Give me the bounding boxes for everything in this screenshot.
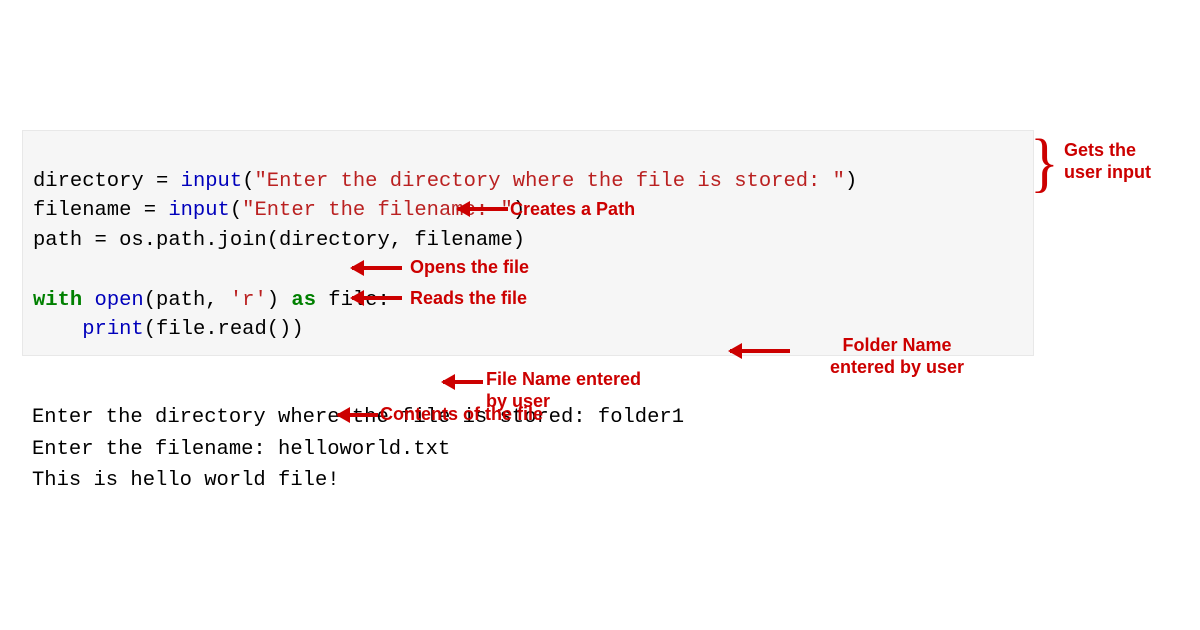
code-block: directory = input("Enter the directory w… [22, 130, 1034, 356]
annotation-user-input: Gets the user input [1064, 140, 1151, 183]
annotation-creates-path: Creates a Path [510, 199, 635, 221]
code-line-5: with open(path, 'r') as file: [33, 289, 390, 312]
annotation-opens-file: Opens the file [410, 257, 529, 279]
annotation-contents: Contents of the file [380, 404, 543, 426]
brace-icon: } [1030, 129, 1059, 195]
arrow-icon [458, 207, 508, 211]
annotation-folder-name: Folder Name entered by user [830, 335, 964, 378]
output-line-2: Enter the filename: helloworld.txt [32, 438, 450, 461]
arrow-icon [443, 380, 483, 384]
arrow-icon [352, 296, 402, 300]
output-line-3: This is hello world file! [32, 469, 340, 492]
code-line-1: directory = input("Enter the directory w… [33, 170, 857, 193]
code-line-2: filename = input("Enter the filename: ") [33, 199, 525, 222]
code-line-6: print(file.read()) [33, 318, 304, 341]
annotation-reads-file: Reads the file [410, 288, 527, 310]
arrow-icon [338, 413, 378, 417]
arrow-icon [352, 266, 402, 270]
code-line-3: path = os.path.join(directory, filename) [33, 229, 525, 252]
arrow-icon [730, 349, 790, 353]
diagram-container: directory = input("Enter the directory w… [22, 130, 1177, 497]
